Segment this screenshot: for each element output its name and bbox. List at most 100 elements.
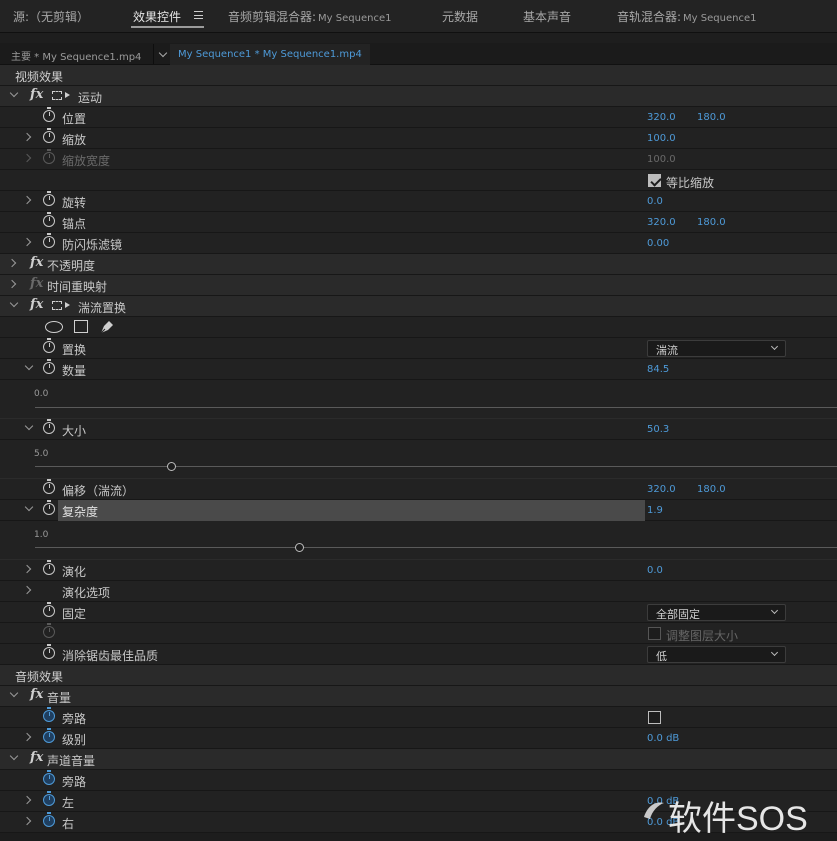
stopwatch-icon[interactable] xyxy=(43,479,55,494)
mask-tools-row xyxy=(0,317,837,338)
stopwatch-icon[interactable] xyxy=(43,770,55,785)
chevron-down-icon[interactable] xyxy=(24,421,34,431)
param-label: 级别 xyxy=(62,733,87,747)
tab-track-mixer[interactable]: 音轨混合器: My Sequence1 xyxy=(617,8,756,25)
fx-icon[interactable]: fx xyxy=(30,297,43,312)
stopwatch-icon[interactable] xyxy=(43,191,55,206)
size-value[interactable]: 50.3 xyxy=(647,424,669,435)
chevron-right-icon[interactable] xyxy=(7,279,17,289)
chevron-right-icon[interactable] xyxy=(22,732,32,742)
volume-bypass-checkbox[interactable] xyxy=(648,711,661,724)
param-label: 缩放 xyxy=(62,133,87,147)
chevron-right-icon[interactable] xyxy=(22,195,32,205)
amount-slider-track[interactable] xyxy=(35,407,837,408)
fx-icon[interactable]: fx xyxy=(30,255,43,270)
param-uniform-scale: 等比缩放 xyxy=(0,170,837,191)
param-channel-bypass: 旁路 xyxy=(0,770,837,791)
scale-value[interactable]: 100.0 xyxy=(647,133,676,144)
chevron-down-icon[interactable] xyxy=(9,88,19,98)
stopwatch-icon[interactable] xyxy=(43,560,55,575)
size-slider-handle[interactable] xyxy=(166,462,176,471)
amount-value[interactable]: 84.5 xyxy=(647,364,669,375)
stopwatch-icon[interactable] xyxy=(43,419,55,434)
stopwatch-icon[interactable] xyxy=(43,212,55,227)
complexity-slider-track[interactable] xyxy=(35,547,837,548)
param-label: 锚点 xyxy=(62,217,87,231)
position-y-value[interactable]: 180.0 xyxy=(697,112,726,123)
pen-mask-icon[interactable] xyxy=(99,319,115,335)
flicker-value[interactable]: 0.00 xyxy=(647,238,669,249)
chevron-down-icon[interactable] xyxy=(24,502,34,512)
effect-channel-volume[interactable]: fx 声道音量 xyxy=(0,749,837,770)
rectangle-mask-icon[interactable] xyxy=(74,320,88,333)
offset-x-value[interactable]: 320.0 xyxy=(647,484,676,495)
tab-effect-controls[interactable]: 效果控件 xyxy=(133,8,181,25)
effect-time-remap[interactable]: fx 时间重映射 xyxy=(0,275,837,296)
anchor-y-value[interactable]: 180.0 xyxy=(697,217,726,228)
chevron-right-icon[interactable] xyxy=(7,258,17,268)
stopwatch-icon[interactable] xyxy=(43,812,55,827)
stopwatch-icon[interactable] xyxy=(43,728,55,743)
sequence-clip-tab[interactable]: My Sequence1 * My Sequence1.mp4 xyxy=(178,49,362,60)
chevron-right-icon[interactable] xyxy=(22,816,32,826)
param-antialias: 消除锯齿最佳品质 低 xyxy=(0,644,837,665)
motion-transform-icon[interactable] xyxy=(52,91,62,100)
tab-metadata[interactable]: 元数据 xyxy=(442,8,478,25)
tab-audio-clip-mixer[interactable]: 音频剪辑混合器: My Sequence1 xyxy=(228,8,391,25)
chevron-right-icon[interactable] xyxy=(22,564,32,574)
effect-motion[interactable]: fx 运动 xyxy=(0,86,837,107)
stopwatch-icon[interactable] xyxy=(43,500,55,515)
selected-row-highlight xyxy=(58,500,645,521)
size-slider-track[interactable] xyxy=(35,466,837,467)
evolution-value[interactable]: 0.0 xyxy=(647,565,663,576)
chevron-down-icon[interactable] xyxy=(9,751,19,761)
level-value[interactable]: 0.0 dB xyxy=(647,733,679,744)
chevron-right-icon[interactable] xyxy=(22,132,32,142)
rotation-value[interactable]: 0.0 xyxy=(647,196,663,207)
stopwatch-icon[interactable] xyxy=(43,359,55,374)
chevron-right-icon[interactable] xyxy=(22,585,32,595)
stopwatch-icon[interactable] xyxy=(43,128,55,143)
complexity-slider-handle[interactable] xyxy=(295,543,305,552)
effect-opacity[interactable]: fx 不透明度 xyxy=(0,254,837,275)
pinning-select[interactable]: 全部固定 xyxy=(647,604,786,621)
fx-icon[interactable]: fx xyxy=(30,87,43,102)
position-x-value[interactable]: 320.0 xyxy=(647,112,676,123)
effect-volume[interactable]: fx 音量 xyxy=(0,686,837,707)
chevron-right-icon[interactable] xyxy=(22,795,32,805)
param-label: 消除锯齿最佳品质 xyxy=(62,649,159,663)
effect-turbulent-displace[interactable]: fx 湍流置换 xyxy=(0,296,837,317)
stopwatch-icon[interactable] xyxy=(43,602,55,617)
tab-source[interactable]: 源:（无剪辑） xyxy=(13,8,89,25)
stopwatch-icon[interactable] xyxy=(43,707,55,722)
chevron-down-icon[interactable] xyxy=(9,688,19,698)
chevron-down-icon[interactable] xyxy=(9,298,19,308)
stopwatch-icon[interactable] xyxy=(43,338,55,353)
master-clip-tab[interactable]: 主要 * My Sequence1.mp4 xyxy=(11,48,141,63)
watermark-text: 软件SOS xyxy=(668,800,808,838)
param-amount: 数量 84.5 xyxy=(0,359,837,380)
tab-essential-sound[interactable]: 基本声音 xyxy=(523,8,571,25)
fx-icon[interactable]: fx xyxy=(30,750,43,765)
chevron-down-icon[interactable] xyxy=(24,361,34,371)
complexity-value[interactable]: 1.9 xyxy=(647,505,663,516)
offset-y-value[interactable]: 180.0 xyxy=(697,484,726,495)
param-evolution: 演化 0.0 xyxy=(0,560,837,581)
play-icon xyxy=(65,92,70,98)
param-scale-width: 缩放宽度 100.0 xyxy=(0,149,837,170)
stopwatch-icon[interactable] xyxy=(43,644,55,659)
transform-icon[interactable] xyxy=(52,301,62,310)
anchor-x-value[interactable]: 320.0 xyxy=(647,217,676,228)
antialias-select[interactable]: 低 xyxy=(647,646,786,663)
displacement-select[interactable]: 湍流 xyxy=(647,340,786,357)
fx-icon[interactable]: fx xyxy=(30,687,43,702)
stopwatch-icon[interactable] xyxy=(43,107,55,122)
uniform-scale-checkbox[interactable] xyxy=(648,174,661,187)
chevron-right-icon[interactable] xyxy=(22,237,32,247)
stopwatch-icon[interactable] xyxy=(43,791,55,806)
param-rotation: 旋转 0.0 xyxy=(0,191,837,212)
section-title: 音频效果 xyxy=(15,670,64,684)
stopwatch-icon[interactable] xyxy=(43,233,55,248)
ellipse-mask-icon[interactable] xyxy=(45,321,63,333)
panel-menu-icon[interactable] xyxy=(194,11,203,19)
